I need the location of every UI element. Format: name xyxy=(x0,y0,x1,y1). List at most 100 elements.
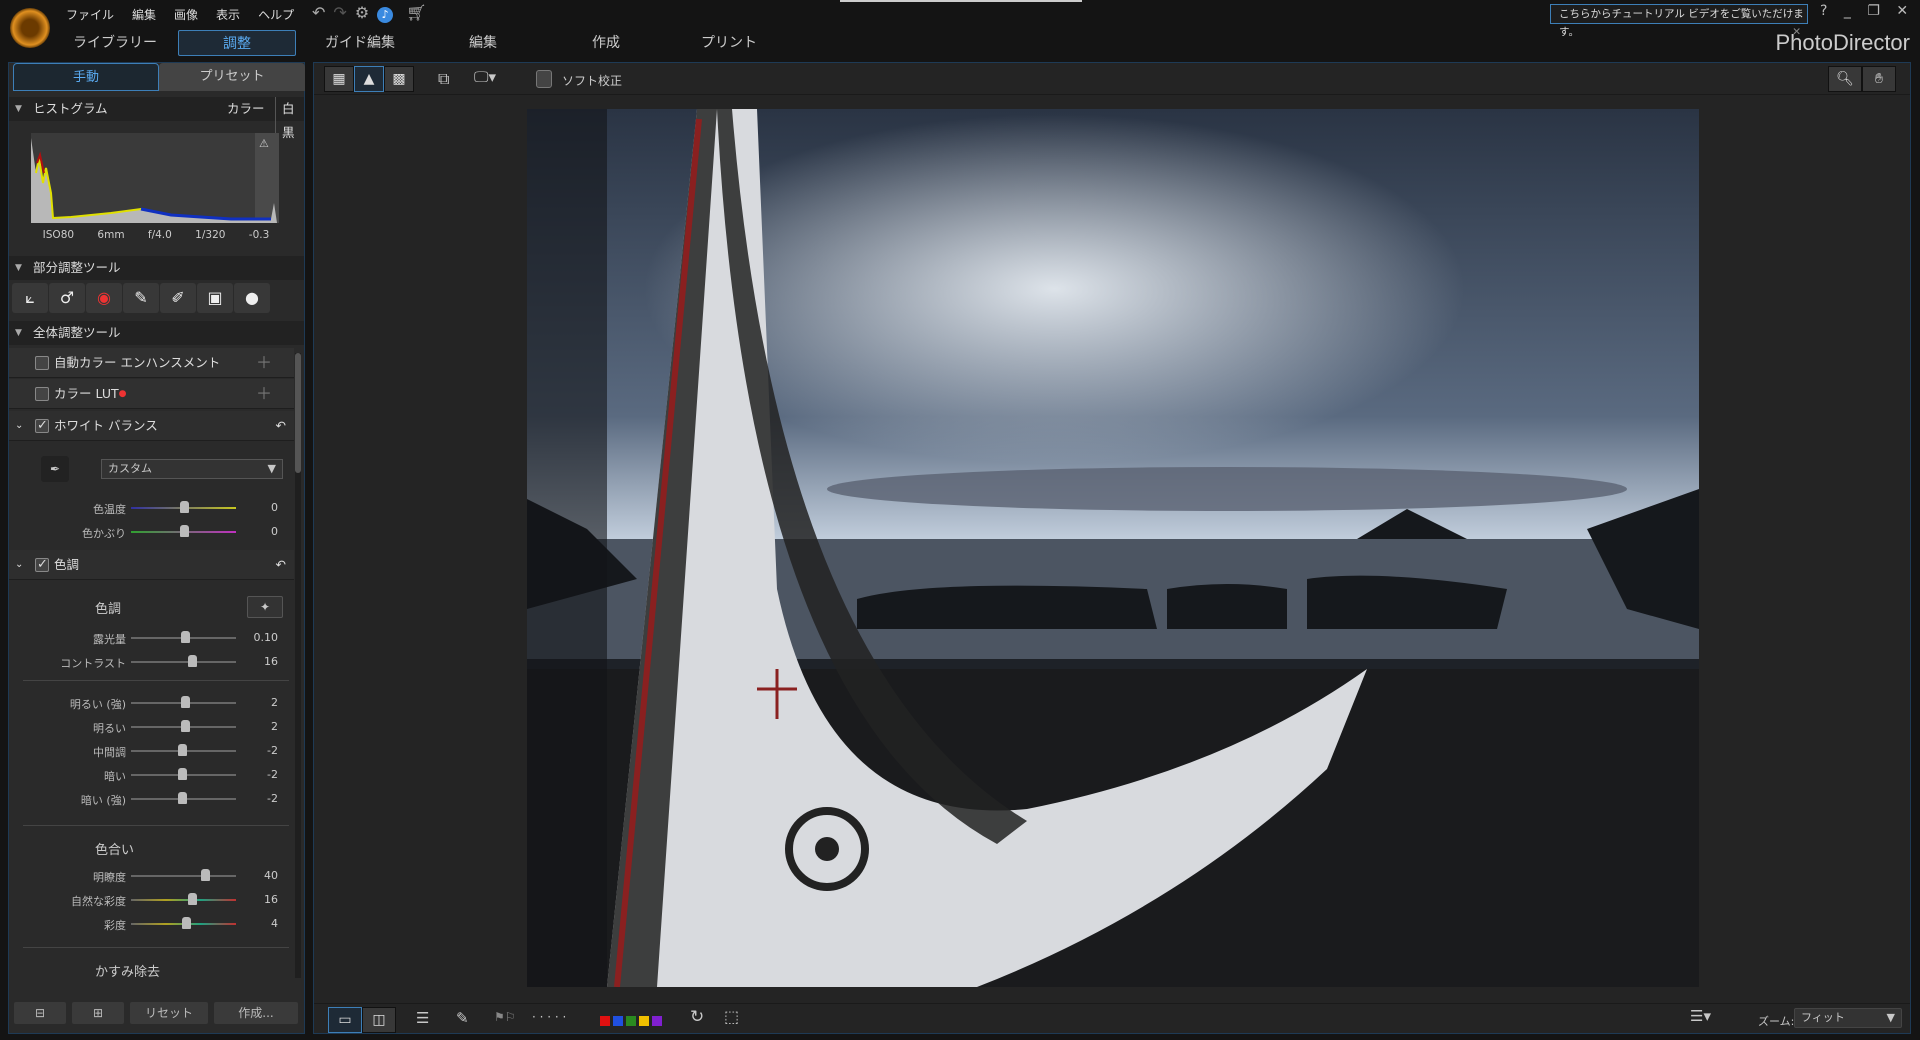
reset-icon[interactable]: ↶ xyxy=(276,550,286,580)
grid-view-button[interactable]: ▩ xyxy=(384,66,414,92)
eyedropper-button[interactable]: ✒ xyxy=(41,456,69,482)
sort-menu-icon[interactable]: ☰▾ xyxy=(1690,1007,1711,1025)
tutorial-tip[interactable]: こちらからチュートリアル ビデオをご覧いただけます。 ✕ xyxy=(1550,4,1808,38)
auto-color-row[interactable]: 自動カラー エンハンスメント＋ xyxy=(9,348,294,378)
slider-thumb[interactable] xyxy=(200,869,210,881)
crop-overlay-icon[interactable]: ⬚ xyxy=(724,1007,739,1026)
stack-icon[interactable]: ☰ xyxy=(416,1009,429,1027)
undo-icon[interactable]: ↶ xyxy=(312,3,333,22)
slider-value[interactable]: 2 xyxy=(271,720,278,733)
panel-scrollbar[interactable] xyxy=(295,353,301,978)
slider-value[interactable]: 2 xyxy=(271,696,278,709)
regional-tools-header[interactable]: 部分調整ツール xyxy=(9,256,304,280)
tab-preset[interactable]: プリセット xyxy=(159,63,305,91)
menu-help[interactable]: ヘルプ xyxy=(258,8,294,22)
spot-removal-icon[interactable]: ♂ xyxy=(49,283,85,313)
slider-value[interactable]: 0 xyxy=(271,525,278,538)
single-photo-view-button[interactable]: ▭ xyxy=(328,1007,362,1033)
minimize-button[interactable]: _ xyxy=(1844,3,1851,19)
color-label-2[interactable] xyxy=(626,1016,636,1026)
slider-thumb[interactable] xyxy=(180,631,190,643)
slider-value[interactable]: 0 xyxy=(271,501,278,514)
white-balance-checkbox[interactable] xyxy=(35,411,49,441)
tone-checkbox[interactable] xyxy=(35,550,49,580)
star-rating[interactable]: · · · · · xyxy=(532,1010,566,1024)
tab-guided-edit[interactable]: ガイド編集 xyxy=(301,30,419,56)
tab-adjust[interactable]: 調整 xyxy=(178,30,296,56)
rotate-icon[interactable]: ↻ xyxy=(690,1007,704,1027)
slider-thumb[interactable] xyxy=(179,525,189,537)
zoom-dropdown[interactable]: フィット ▼ xyxy=(1794,1008,1902,1028)
color-label-1[interactable] xyxy=(613,1016,623,1026)
slider-thumb[interactable] xyxy=(180,696,190,708)
slider-value[interactable]: 4 xyxy=(271,917,278,930)
slider-thumb[interactable] xyxy=(187,893,197,905)
zoom-tool-button[interactable]: 🔍︎ xyxy=(1828,66,1862,92)
tab-print[interactable]: プリント xyxy=(670,30,788,56)
slider-value[interactable]: -2 xyxy=(267,792,278,805)
slider-track[interactable] xyxy=(131,661,236,663)
color-label-0[interactable] xyxy=(600,1016,610,1026)
slider-value[interactable]: 16 xyxy=(264,655,278,668)
flag-icon[interactable]: ⚑⚐ xyxy=(494,1010,516,1024)
redo-icon[interactable]: ↷ xyxy=(333,3,354,22)
notification-icon[interactable]: ♪ xyxy=(377,7,394,23)
monitor-icon[interactable]: 🖵︎▾ xyxy=(474,68,496,86)
menu-file[interactable]: ファイル xyxy=(66,8,114,22)
single-view-button[interactable]: ▲ xyxy=(354,66,384,92)
create-preset-button[interactable]: 作成... xyxy=(214,1002,298,1024)
menu-image[interactable]: 画像 xyxy=(174,8,198,22)
color-label-4[interactable] xyxy=(652,1016,662,1026)
pan-tool-button[interactable]: ✋︎ xyxy=(1862,66,1896,92)
slider-thumb[interactable] xyxy=(178,768,188,780)
compare-button[interactable]: ⊟ xyxy=(14,1002,66,1024)
color-lut-row[interactable]: カラー LUT● ＋ xyxy=(9,379,294,409)
reset-button[interactable]: リセット xyxy=(130,1002,208,1024)
fullscreen-icon[interactable]: ⧉ xyxy=(438,69,449,89)
adjustment-brush-icon[interactable]: ✐ xyxy=(160,283,196,313)
brush-icon[interactable]: ✎ xyxy=(123,283,159,313)
compare-view-button[interactable]: ◫ xyxy=(362,1007,396,1033)
auto-tone-button[interactable]: ✦ xyxy=(247,596,283,618)
wb-preset-dropdown[interactable]: カスタム ▼ xyxy=(101,459,283,479)
histogram-header[interactable]: ヒストグラム カラー 白黒 xyxy=(9,97,304,145)
slider-thumb[interactable] xyxy=(178,744,188,756)
restore-button[interactable]: ❐ xyxy=(1867,3,1880,19)
settings-icon[interactable]: ⚙ xyxy=(355,3,377,22)
histogram-bw-toggle[interactable]: 白黒 xyxy=(275,97,304,145)
red-eye-icon[interactable]: ◉ xyxy=(86,283,122,313)
menu-edit[interactable]: 編集 xyxy=(132,8,156,22)
slider-value[interactable]: -2 xyxy=(267,768,278,781)
color-label-3[interactable] xyxy=(639,1016,649,1026)
slider-thumb[interactable] xyxy=(178,792,188,804)
reset-icon[interactable]: ↶ xyxy=(276,411,286,441)
slider-track[interactable] xyxy=(131,875,236,877)
auto-color-checkbox[interactable] xyxy=(35,356,49,370)
radial-filter-icon[interactable]: ● xyxy=(234,283,270,313)
tab-library[interactable]: ライブラリー xyxy=(56,30,174,56)
tone-row[interactable]: ⌄色調↶ xyxy=(9,550,294,580)
slider-thumb[interactable] xyxy=(187,655,197,667)
slider-track[interactable] xyxy=(131,899,236,901)
slider-value[interactable]: 16 xyxy=(264,893,278,906)
color-lut-checkbox[interactable] xyxy=(35,387,49,401)
edit-metadata-icon[interactable]: ✎ xyxy=(456,1009,469,1027)
tab-edit[interactable]: 編集 xyxy=(424,30,542,56)
filmstrip-view-button[interactable]: ▦ xyxy=(324,66,354,92)
tab-create[interactable]: 作成 xyxy=(547,30,665,56)
white-balance-row[interactable]: ⌄ホワイト バランス↶ xyxy=(9,411,294,441)
slider-value[interactable]: -2 xyxy=(267,744,278,757)
histogram-color-toggle[interactable]: カラー xyxy=(227,97,265,121)
crop-icon[interactable]: ⟀ xyxy=(12,283,48,313)
help-button[interactable]: ? xyxy=(1820,3,1827,19)
global-tools-header[interactable]: 全体調整ツール xyxy=(9,321,304,345)
cart-icon[interactable]: 🛒︎ xyxy=(406,3,434,22)
slider-thumb[interactable] xyxy=(179,501,189,513)
tab-manual[interactable]: 手動 xyxy=(13,63,159,91)
slider-thumb[interactable] xyxy=(181,917,191,929)
graduated-filter-icon[interactable]: ▣ xyxy=(197,283,233,313)
copy-settings-button[interactable]: ⊞ xyxy=(72,1002,124,1024)
slider-value[interactable]: 0.10 xyxy=(254,631,279,644)
soft-proof-checkbox[interactable] xyxy=(536,70,552,88)
close-button[interactable]: ✕ xyxy=(1896,3,1908,19)
